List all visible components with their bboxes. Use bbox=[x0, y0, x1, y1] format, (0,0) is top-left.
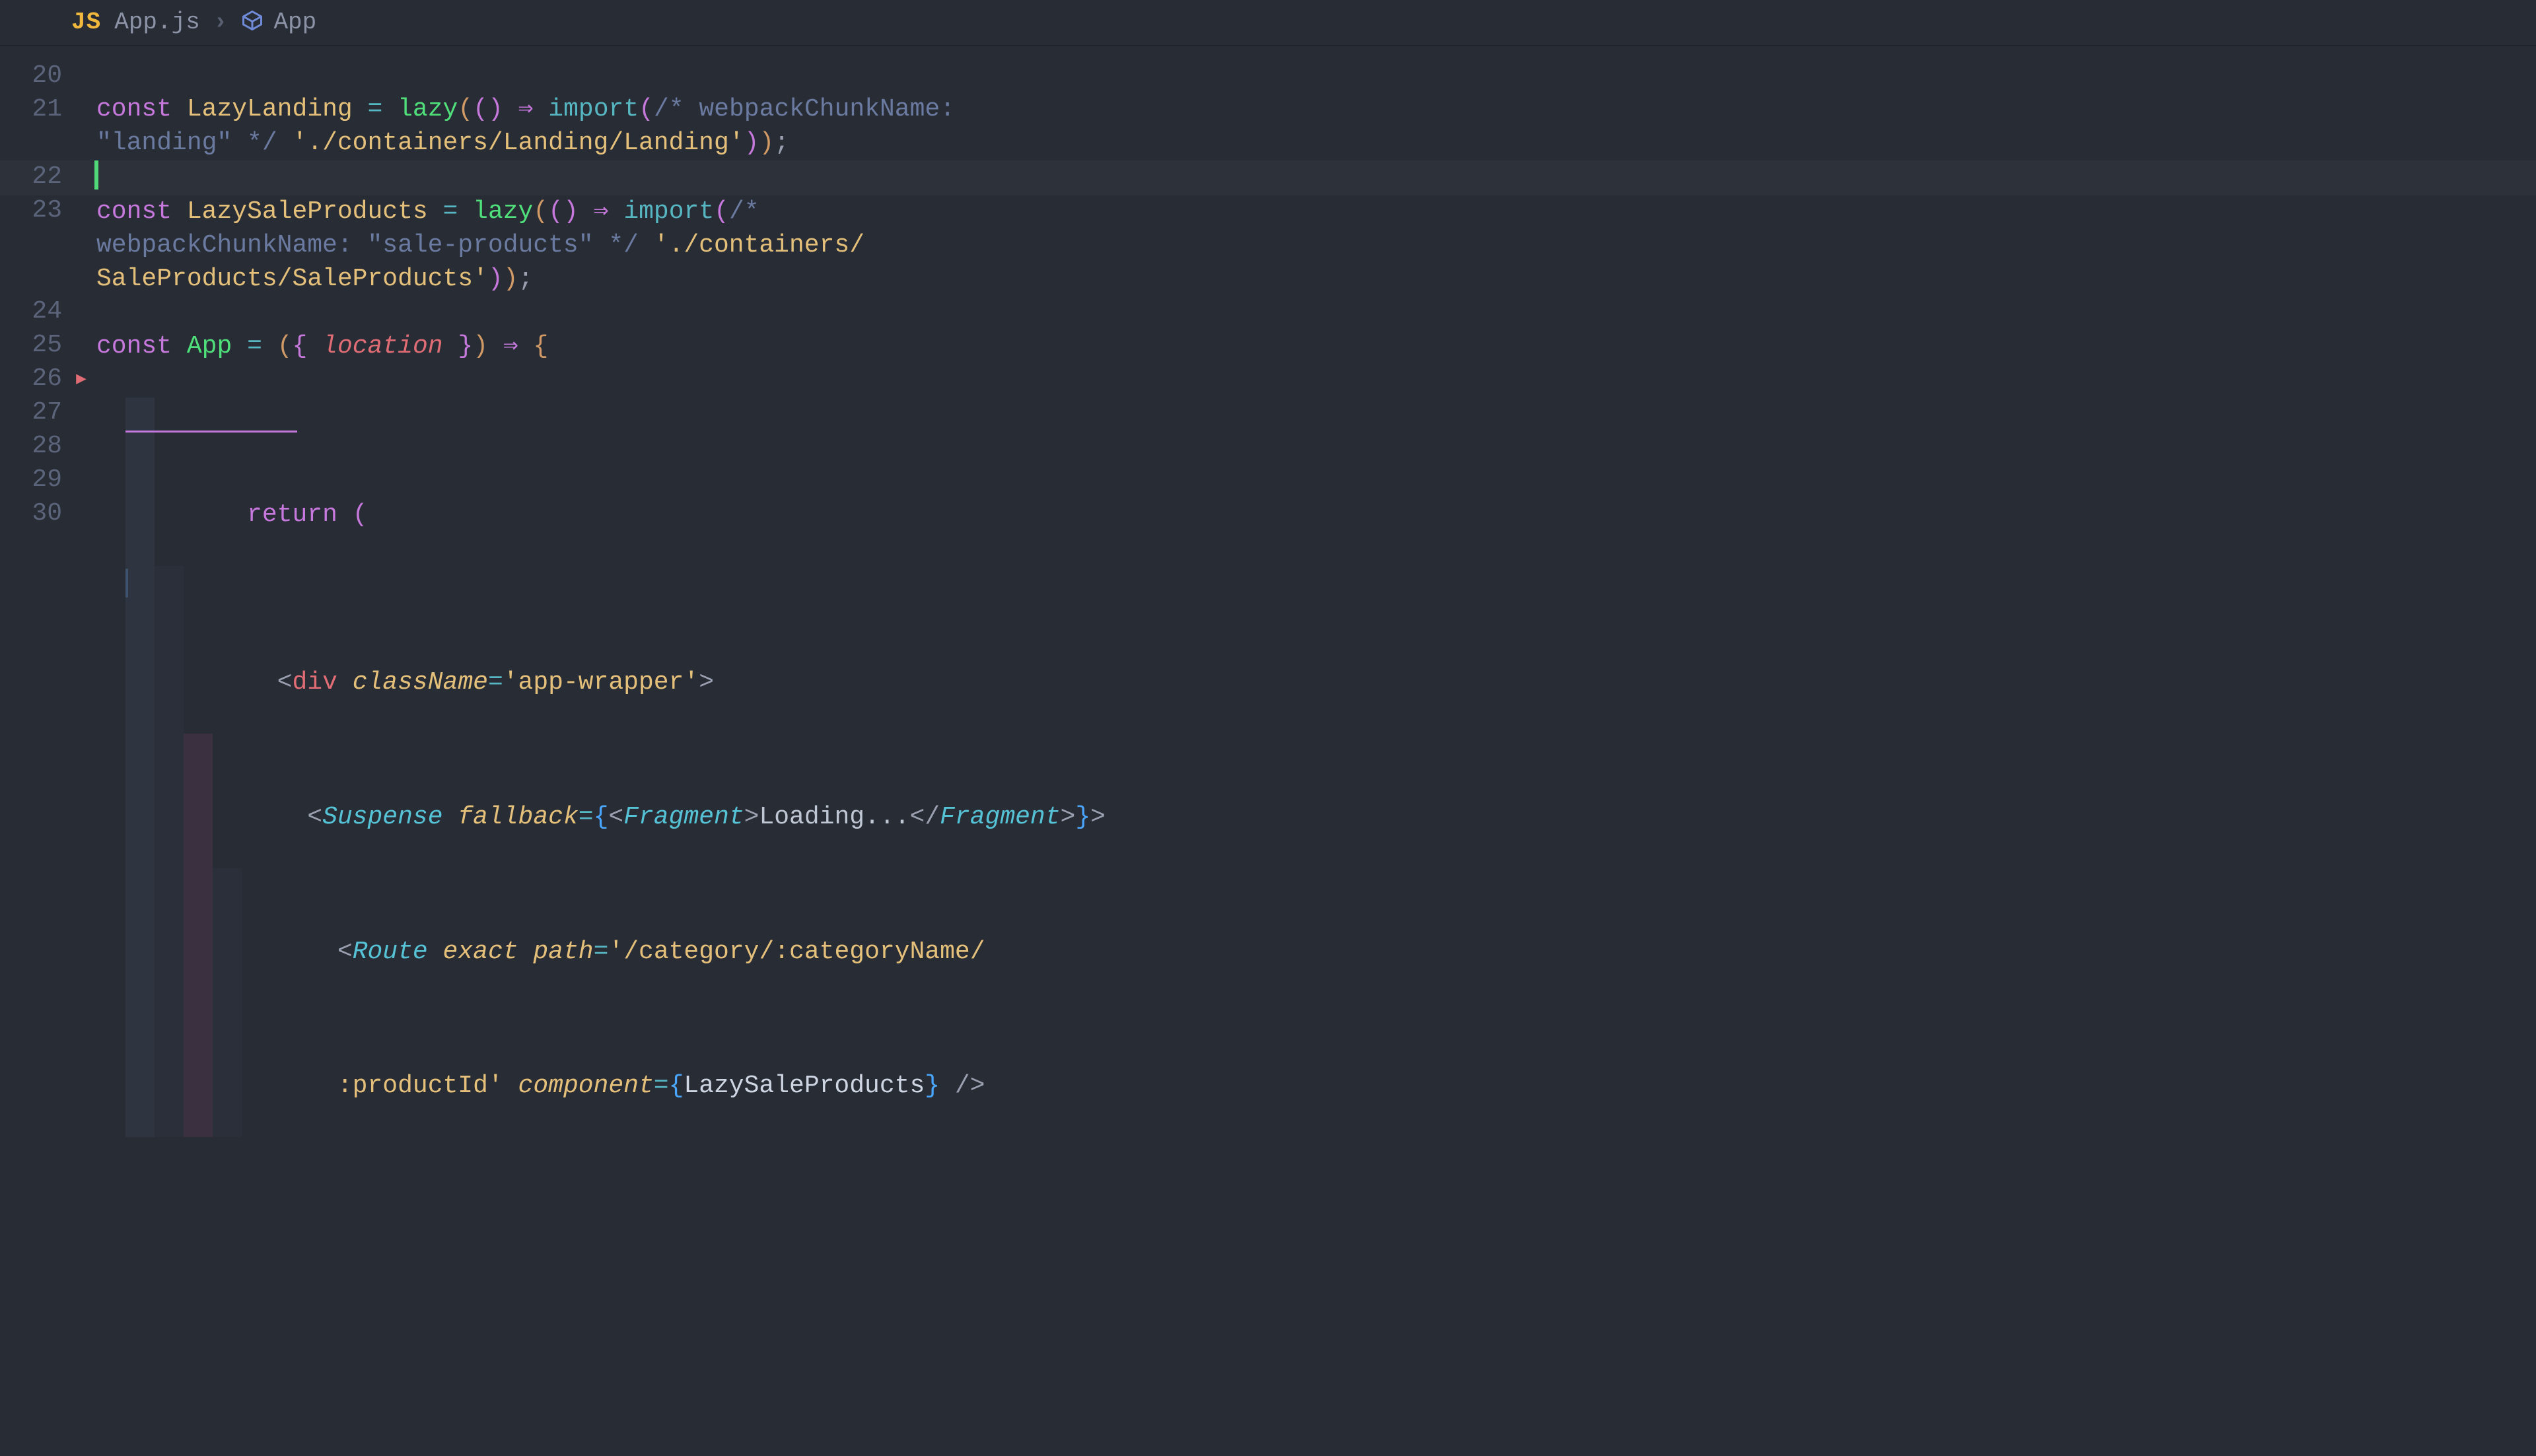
line-number[interactable]: 29 bbox=[0, 464, 62, 497]
code-editor[interactable]: 20 21 22 23 24 25 26 27 28 29 30 ▶ bbox=[0, 46, 2536, 1456]
jsx-text: Loading... bbox=[759, 803, 909, 831]
parameter: location bbox=[322, 332, 442, 361]
line-number[interactable]: 22 bbox=[0, 160, 62, 194]
code-line[interactable] bbox=[96, 59, 2510, 93]
string: 'app-wrapper' bbox=[503, 668, 699, 697]
string: '/category/:categoryName/ bbox=[608, 938, 985, 966]
comment: /* webpackChunkName: bbox=[654, 95, 955, 123]
keyword: return bbox=[247, 501, 337, 529]
keyword: const bbox=[96, 95, 172, 123]
line-number[interactable]: 20 bbox=[0, 59, 62, 93]
keyword: const bbox=[96, 197, 172, 226]
jsx-attr: className bbox=[353, 668, 488, 697]
fold-gutter: ▶ bbox=[74, 59, 88, 565]
function-call: lazy bbox=[398, 95, 458, 123]
code-line[interactable]: <Suspense fallback={<Fragment>Loading...… bbox=[96, 734, 2510, 868]
code-line-wrap[interactable]: :productId' component={LazySaleProducts}… bbox=[96, 1002, 2510, 1137]
jsx-component: Route bbox=[353, 938, 428, 966]
line-number[interactable]: 26 bbox=[0, 363, 62, 396]
code-line-wrap[interactable]: "landing" */ './containers/Landing/Landi… bbox=[96, 127, 2510, 160]
breadcrumb-file[interactable]: App.js bbox=[114, 7, 200, 38]
comment: "landing" */ bbox=[96, 129, 277, 157]
indent-guide bbox=[125, 569, 128, 598]
bracket-pair-guide bbox=[125, 431, 297, 433]
text-cursor bbox=[94, 160, 98, 190]
line-number[interactable]: 28 bbox=[0, 430, 62, 464]
breadcrumb-symbol[interactable]: App bbox=[273, 7, 316, 38]
jsx-attr: path bbox=[533, 938, 593, 966]
code-line[interactable]: const App = ({ location }) ⇒ { bbox=[96, 330, 2510, 364]
code-line[interactable]: <div className='app-wrapper'> bbox=[96, 566, 2510, 734]
string: './containers/ bbox=[654, 231, 864, 260]
code-line[interactable]: const LazyLanding = lazy(() ⇒ import(/* … bbox=[96, 93, 2510, 127]
keyword: const bbox=[96, 332, 172, 361]
code-area[interactable]: const LazyLanding = lazy(() ⇒ import(/* … bbox=[96, 59, 2536, 1137]
line-number-gutter: 20 21 22 23 24 25 26 27 28 29 30 bbox=[0, 59, 74, 1456]
comment: webpackChunkName: "sale-products" */ bbox=[96, 231, 639, 260]
code-line-wrap[interactable]: SaleProducts/SaleProducts')); bbox=[96, 263, 2510, 296]
jsx-component: Suspense bbox=[322, 803, 442, 831]
identifier: App bbox=[187, 332, 232, 361]
line-number[interactable]: 27 bbox=[0, 396, 62, 430]
jsx-component: Fragment bbox=[940, 803, 1060, 831]
lang-badge-icon: JS bbox=[71, 7, 101, 38]
line-number[interactable]: 23 bbox=[0, 194, 62, 228]
jsx-attr: component bbox=[518, 1072, 654, 1100]
jsx-attr: exact bbox=[443, 938, 518, 966]
keyword: import bbox=[548, 95, 639, 123]
line-number[interactable]: 30 bbox=[0, 497, 62, 531]
code-line[interactable] bbox=[96, 364, 2510, 398]
fold-collapsed-icon[interactable]: ▶ bbox=[76, 368, 87, 391]
keyword: import bbox=[623, 197, 714, 226]
identifier: LazySaleProducts bbox=[684, 1072, 925, 1100]
jsx-tag: div bbox=[292, 668, 337, 697]
line-number[interactable]: 24 bbox=[0, 295, 62, 329]
arrow-op: ⇒ bbox=[594, 197, 609, 226]
identifier: LazyLanding bbox=[187, 95, 353, 123]
line-number[interactable]: 21 bbox=[0, 93, 62, 127]
code-line-current[interactable] bbox=[96, 160, 2510, 195]
comment: /* bbox=[729, 197, 759, 226]
code-line[interactable]: const LazySaleProducts = lazy(() ⇒ impor… bbox=[96, 195, 2510, 229]
string: SaleProducts/SaleProducts' bbox=[96, 265, 488, 293]
symbol-variable-icon bbox=[240, 7, 264, 38]
function-call: lazy bbox=[473, 197, 533, 226]
editor-root: JS App.js › App 20 21 22 23 24 25 26 27 … bbox=[0, 0, 2536, 1456]
line-number[interactable]: 25 bbox=[0, 329, 62, 363]
jsx-component: Fragment bbox=[623, 803, 744, 831]
arrow-op: ⇒ bbox=[503, 332, 518, 361]
string: :productId' bbox=[337, 1072, 503, 1100]
breadcrumb[interactable]: JS App.js › App bbox=[0, 0, 2536, 46]
jsx-attr: fallback bbox=[458, 803, 578, 831]
chevron-right-icon: › bbox=[209, 7, 232, 38]
code-line[interactable]: <Route exact path='/category/:categoryNa… bbox=[96, 868, 2510, 1003]
string: './containers/Landing/Landing' bbox=[292, 129, 744, 157]
identifier: LazySaleProducts bbox=[187, 197, 428, 226]
code-line[interactable] bbox=[96, 296, 2510, 330]
code-line-wrap[interactable]: webpackChunkName: "sale-products" */ './… bbox=[96, 229, 2510, 263]
arrow-op: ⇒ bbox=[518, 95, 534, 123]
code-line[interactable]: return ( bbox=[96, 398, 2510, 566]
